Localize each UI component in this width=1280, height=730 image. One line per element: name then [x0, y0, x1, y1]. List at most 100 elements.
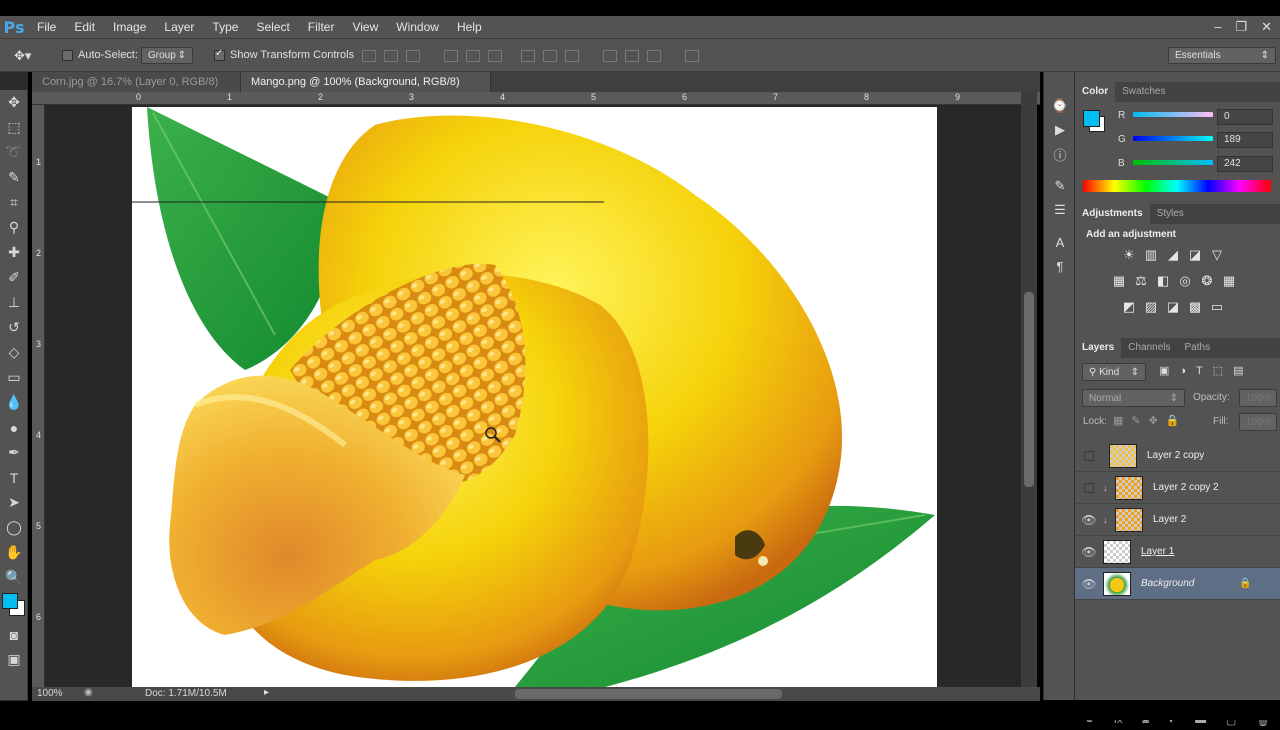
eye-icon[interactable]: 👁	[1075, 545, 1103, 559]
exposure-icon[interactable]: ◪	[1187, 248, 1203, 262]
curves-icon[interactable]: ◢	[1165, 248, 1181, 262]
vertical-scroll-thumb[interactable]	[1024, 292, 1034, 487]
layer-filter-dropdown[interactable]: ⚲ Kind ⇕	[1082, 363, 1146, 381]
color-spectrum[interactable]	[1083, 180, 1271, 192]
menu-view[interactable]: View	[343, 16, 387, 38]
distribute-vcenter-icon[interactable]	[543, 50, 557, 62]
status-menu-arrow-icon[interactable]: ▸	[264, 687, 269, 698]
green-slider[interactable]	[1133, 136, 1213, 141]
gradient-tool-icon[interactable]: ▭	[0, 365, 28, 390]
type-tool-icon[interactable]: T	[0, 465, 28, 490]
quick-mask-icon[interactable]: ◙	[0, 622, 28, 647]
red-slider[interactable]	[1133, 112, 1213, 117]
eye-icon[interactable]: 👁	[1075, 577, 1103, 591]
layer-name[interactable]: Layer 1	[1141, 546, 1174, 557]
menu-layer[interactable]: Layer	[155, 16, 203, 38]
eye-icon[interactable]: 👁	[1075, 513, 1103, 527]
levels-icon[interactable]: ▥	[1143, 248, 1159, 262]
vibrance-icon[interactable]: ▽	[1209, 248, 1225, 262]
layer-name[interactable]: Layer 2	[1153, 514, 1186, 525]
align-top-icon[interactable]	[362, 50, 376, 62]
move-tool-icon[interactable]: ✥	[0, 90, 28, 115]
workspace-dropdown[interactable]: Essentials ⇕	[1168, 47, 1276, 64]
pen-tool-icon[interactable]: ✒	[0, 440, 28, 465]
restore-button[interactable]: ❐	[1235, 16, 1247, 38]
align-right-icon[interactable]	[488, 50, 502, 62]
healing-tool-icon[interactable]: ✚	[0, 240, 28, 265]
layer-row[interactable]: 👁 ↓ Layer 2	[1075, 504, 1280, 536]
character-icon[interactable]: A	[1044, 230, 1076, 254]
gradient-map-icon[interactable]: ▭	[1209, 300, 1225, 314]
eyedropper-tool-icon[interactable]: ⚲	[0, 215, 28, 240]
info-icon[interactable]: ⓘ	[1044, 142, 1076, 166]
quick-select-tool-icon[interactable]: ✎	[0, 165, 28, 190]
menu-window[interactable]: Window	[387, 16, 448, 38]
canvas-area[interactable]	[45, 105, 1021, 687]
menu-image[interactable]: Image	[104, 16, 155, 38]
blur-tool-icon[interactable]: 💧	[0, 390, 28, 415]
auto-align-icon[interactable]	[685, 50, 699, 62]
layer-row[interactable]: Layer 2 copy	[1075, 440, 1280, 472]
layer-name[interactable]: Background	[1141, 578, 1239, 589]
minimize-button[interactable]: –	[1214, 16, 1221, 38]
history-brush-tool-icon[interactable]: ↺	[0, 315, 28, 340]
blue-value[interactable]: 242	[1217, 156, 1273, 172]
invert-icon[interactable]: ◩	[1121, 300, 1137, 314]
history-icon[interactable]: ⌚	[1044, 94, 1076, 118]
color-lookup-icon[interactable]: ▦	[1221, 274, 1237, 288]
zoom-tool-icon[interactable]: 🔍	[0, 565, 28, 590]
menu-help[interactable]: Help	[448, 16, 491, 38]
layer-name[interactable]: Layer 2 copy 2	[1153, 482, 1219, 493]
tab-mango[interactable]: Mango.png @ 100% (Background, RGB/8) *✕	[241, 72, 491, 108]
brightness-icon[interactable]: ☀	[1121, 248, 1137, 262]
align-bottom-icon[interactable]	[406, 50, 420, 62]
zoom-level[interactable]: 100%	[37, 688, 63, 699]
tab-channels[interactable]: Channels	[1121, 338, 1177, 358]
crop-tool-icon[interactable]: ⌗	[0, 190, 28, 215]
tab-swatches[interactable]: Swatches	[1115, 82, 1172, 102]
brush-tool-icon[interactable]: ✐	[0, 265, 28, 290]
marquee-tool-icon[interactable]: ⬚	[0, 115, 28, 140]
menu-file[interactable]: File	[28, 16, 65, 38]
selective-color-icon[interactable]: ▩	[1187, 300, 1203, 314]
path-select-tool-icon[interactable]: ➤	[0, 490, 28, 515]
distribute-left-icon[interactable]	[603, 50, 617, 62]
distribute-bottom-icon[interactable]	[565, 50, 579, 62]
shape-tool-icon[interactable]: ◯	[0, 515, 28, 540]
align-hcenter-icon[interactable]	[466, 50, 480, 62]
layer-name[interactable]: Layer 2 copy	[1147, 450, 1204, 461]
lasso-tool-icon[interactable]: ➰	[0, 140, 28, 165]
hue-saturation-icon[interactable]: ▦	[1111, 274, 1127, 288]
menu-filter[interactable]: Filter	[299, 16, 344, 38]
fg-color-chip[interactable]	[1083, 110, 1100, 127]
layer-row[interactable]: 👁 Layer 1	[1075, 536, 1280, 568]
screen-mode-icon[interactable]: ▣	[0, 647, 28, 672]
black-white-icon[interactable]: ◧	[1155, 274, 1171, 288]
hand-tool-icon[interactable]: ✋	[0, 540, 28, 565]
visibility-toggle[interactable]	[1084, 482, 1094, 493]
distribute-right-icon[interactable]	[647, 50, 661, 62]
document-canvas[interactable]	[45, 105, 1021, 687]
red-value[interactable]: 0	[1217, 109, 1273, 125]
opacity-field[interactable]: 100%	[1239, 389, 1277, 407]
stamp-tool-icon[interactable]: ⊥	[0, 290, 28, 315]
threshold-icon[interactable]: ◪	[1165, 300, 1181, 314]
status-icon[interactable]: ◉	[84, 687, 93, 698]
tab-styles[interactable]: Styles	[1150, 204, 1191, 224]
brush-panel-icon[interactable]: ✎	[1044, 174, 1076, 198]
close-button[interactable]: ✕	[1261, 16, 1272, 38]
auto-select-dropdown[interactable]: Group ⇕	[141, 47, 193, 64]
eraser-tool-icon[interactable]: ◇	[0, 340, 28, 365]
tab-color[interactable]: Color	[1075, 82, 1116, 102]
layer-row[interactable]: 👁 Background 🔒	[1075, 568, 1280, 600]
color-balance-icon[interactable]: ⚖	[1133, 274, 1149, 288]
lock-icons[interactable]: ▦✎✥🔒	[1113, 414, 1188, 427]
menu-select[interactable]: Select	[247, 16, 298, 38]
layer-filter-icons[interactable]: ▣◑T⬚▤	[1159, 364, 1254, 377]
distribute-hcenter-icon[interactable]	[625, 50, 639, 62]
distribute-top-icon[interactable]	[521, 50, 535, 62]
posterize-icon[interactable]: ▨	[1143, 300, 1159, 314]
channel-mixer-icon[interactable]: ❂	[1199, 274, 1215, 288]
auto-select-checkbox[interactable]: Auto-Select:	[62, 49, 138, 61]
align-vcenter-icon[interactable]	[384, 50, 398, 62]
